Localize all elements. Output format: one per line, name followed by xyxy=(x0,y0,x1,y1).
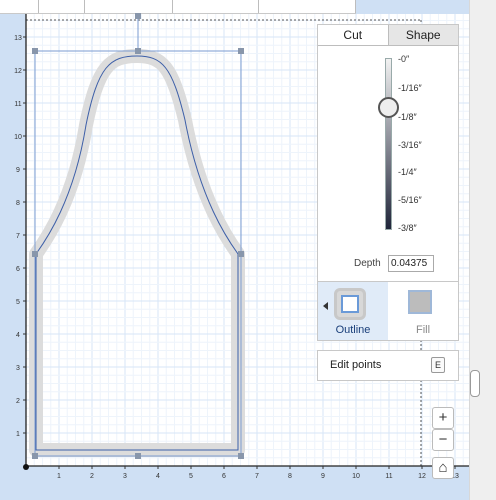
cut-panel: Cut Shape -0″ -1/16″ -1/8″ -3/16″ -1/4″ … xyxy=(317,24,459,286)
x-tick-label: 6 xyxy=(222,473,226,480)
scrollbar-thumb[interactable] xyxy=(470,370,480,397)
x-tick-label: 9 xyxy=(321,473,325,480)
x-tick-label: 3 xyxy=(123,473,127,480)
y-tick-label: 9 xyxy=(16,167,20,174)
y-tick-label: 11 xyxy=(14,101,21,108)
depth-label: Depth xyxy=(354,258,381,269)
x-tick-label: 8 xyxy=(288,473,292,480)
depth-mark: -1/4″ xyxy=(398,167,417,177)
depth-mark: -3/8″ xyxy=(398,223,417,233)
y-tick-labels: 13 12 11 10 9 8 7 6 5 4 3 2 1 xyxy=(14,35,26,438)
y-tick-label: 1 xyxy=(16,431,20,438)
resize-handle[interactable] xyxy=(32,453,38,459)
y-tick-label: 13 xyxy=(14,35,22,42)
rotate-handle[interactable] xyxy=(135,13,141,19)
depth-mark: -3/16″ xyxy=(398,140,422,150)
y-tick-label: 10 xyxy=(14,134,22,141)
origin-point xyxy=(23,464,29,470)
depth-mark: -1/8″ xyxy=(398,112,417,122)
y-tick-label: 6 xyxy=(16,266,20,273)
resize-handle[interactable] xyxy=(238,48,244,54)
zoom-in-button[interactable]: + xyxy=(432,407,454,429)
outline-label: Outline xyxy=(335,324,371,336)
y-tick-label: 3 xyxy=(16,365,20,372)
shortcut-key-badge: E xyxy=(431,357,445,373)
x-tick-label: 7 xyxy=(255,473,259,480)
depth-mark: -0″ xyxy=(398,54,410,64)
resize-handle[interactable] xyxy=(32,251,38,257)
edit-points-label: Edit points xyxy=(330,359,382,371)
y-tick-label: 4 xyxy=(16,332,20,339)
resize-handle[interactable] xyxy=(135,453,141,459)
resize-handle[interactable] xyxy=(238,453,244,459)
resize-handle[interactable] xyxy=(32,48,38,54)
fill-icon xyxy=(408,290,432,314)
tab-cut[interactable]: Cut xyxy=(318,25,388,45)
y-tick-label: 12 xyxy=(14,68,22,75)
panel-tabs: Cut Shape xyxy=(318,25,458,46)
depth-slider-track[interactable] xyxy=(385,58,392,230)
x-tick-label: 2 xyxy=(90,473,94,480)
collapse-arrow-icon[interactable] xyxy=(323,302,328,310)
depth-input[interactable] xyxy=(388,255,434,272)
y-tick-label: 5 xyxy=(16,299,20,306)
fill-mode-button[interactable]: Fill xyxy=(388,282,458,340)
y-tick-label: 2 xyxy=(16,398,20,405)
y-tick-label: 8 xyxy=(16,200,20,207)
edit-points-button[interactable]: Edit points E xyxy=(317,350,459,381)
x-tick-label: 1 xyxy=(57,473,61,480)
zoom-out-button[interactable]: − xyxy=(432,429,454,451)
x-tick-label: 10 xyxy=(352,473,360,480)
x-tick-label: 11 xyxy=(385,473,392,480)
resize-handle[interactable] xyxy=(238,251,244,257)
x-tick-label: 5 xyxy=(189,473,193,480)
x-tick-label: 12 xyxy=(418,473,426,480)
x-tick-labels: 1 2 3 4 5 6 7 8 9 10 11 12 13 xyxy=(57,466,459,480)
depth-row: Depth xyxy=(318,255,458,275)
outline-mode-button[interactable]: Outline xyxy=(318,282,388,340)
resize-handle[interactable] xyxy=(135,48,141,54)
depth-mark: -1/16″ xyxy=(398,83,422,93)
fill-label: Fill xyxy=(415,324,431,336)
tab-shape[interactable]: Shape xyxy=(387,25,458,45)
depth-mark: -5/16″ xyxy=(398,195,422,205)
y-tick-label: 7 xyxy=(16,233,20,240)
vertical-scrollbar[interactable] xyxy=(469,0,496,500)
depth-slider-knob[interactable] xyxy=(378,97,399,118)
home-view-button[interactable]: ⌂ xyxy=(432,457,454,479)
outline-icon xyxy=(334,288,366,320)
x-tick-label: 4 xyxy=(156,473,160,480)
cut-mode-selector: Outline Fill xyxy=(317,281,459,341)
depth-slider-area: -0″ -1/16″ -1/8″ -3/16″ -1/4″ -5/16″ -3/… xyxy=(318,46,458,258)
